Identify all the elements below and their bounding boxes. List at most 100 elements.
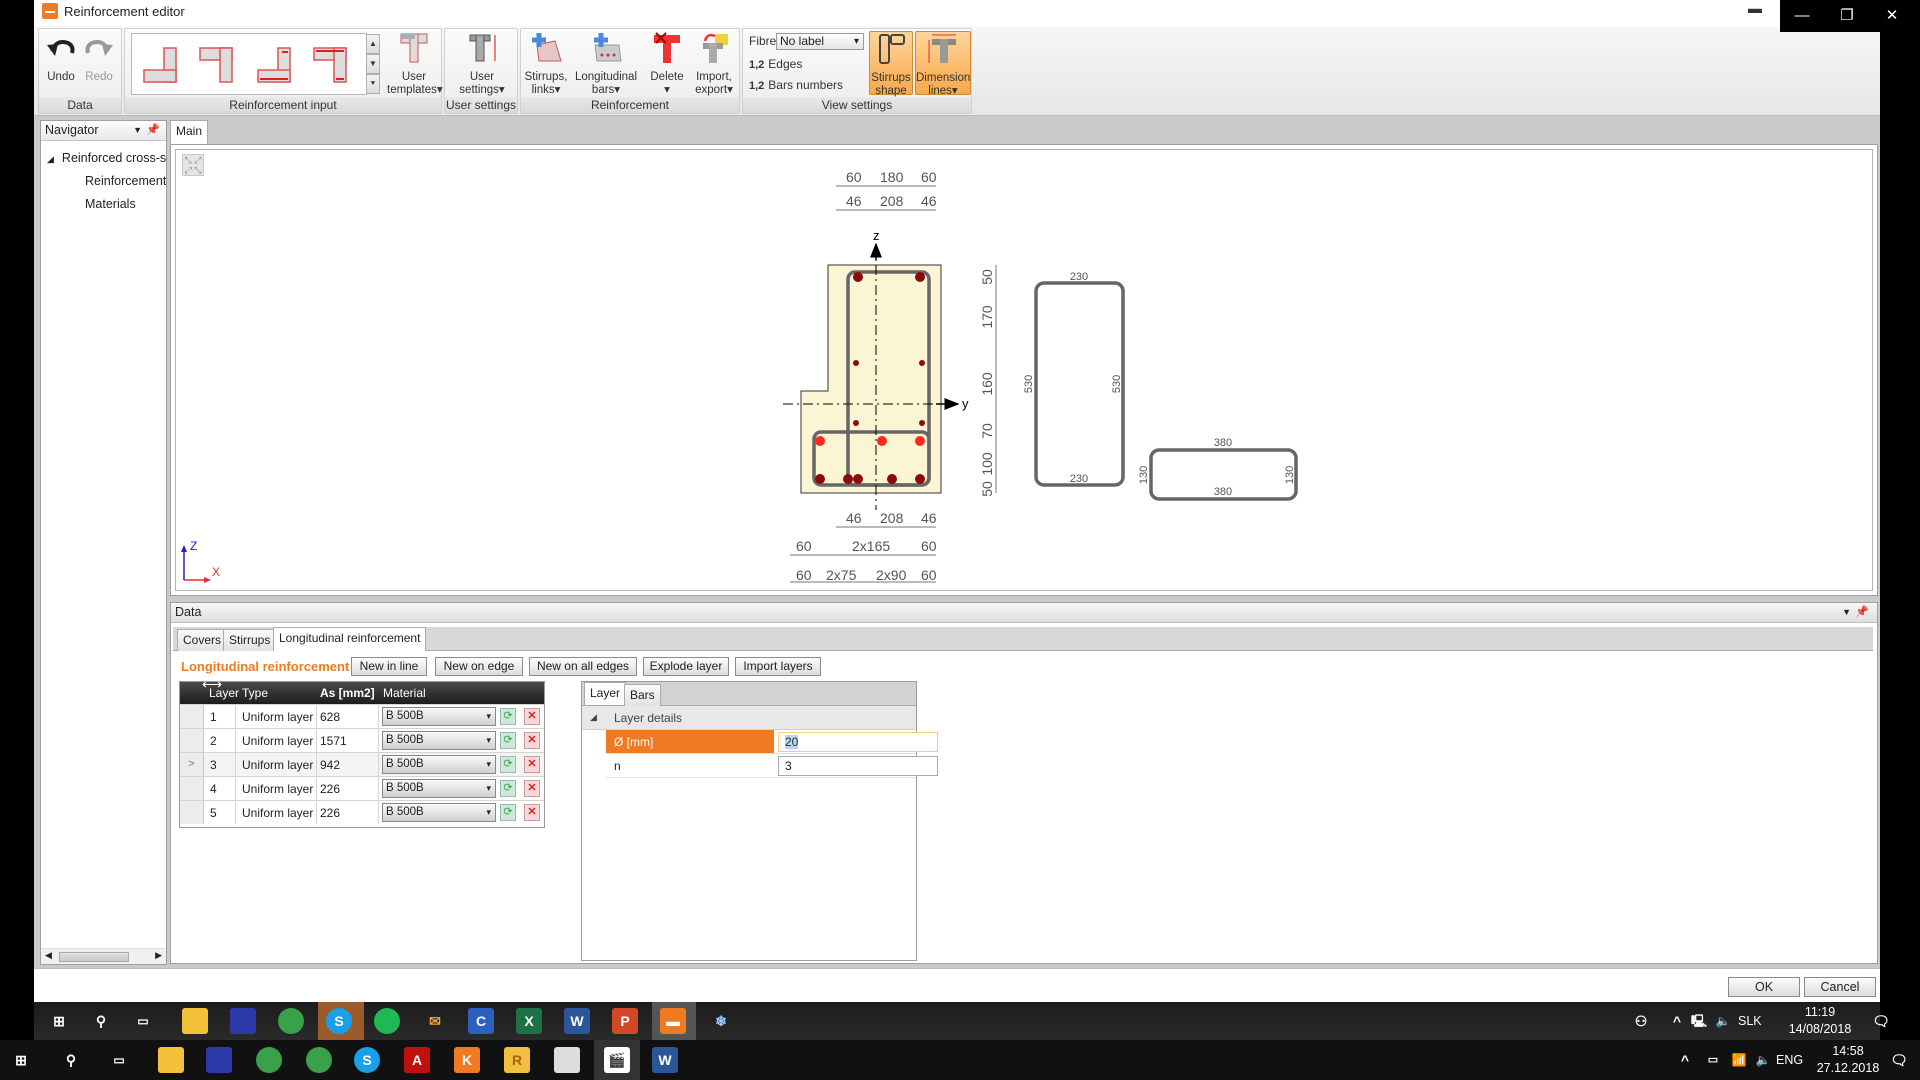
word-icon-local[interactable]: W bbox=[652, 1047, 678, 1073]
tab-longitudinal-reinforcement[interactable]: Longitudinal reinforcement bbox=[273, 627, 427, 651]
concrete-section[interactable] bbox=[800, 264, 942, 494]
drawing-area[interactable]: ⤡ ⤢ ⤢ ⤡ z y 60 180 60 46 208 46 46 208 4… bbox=[175, 149, 1873, 591]
inner-minimize-icon[interactable]: ▬ bbox=[1748, 1, 1762, 16]
data-panel-dropdown-icon[interactable]: ▼ bbox=[1842, 603, 1851, 622]
save-app-icon[interactable] bbox=[230, 1008, 256, 1034]
delete-layer-icon[interactable]: ✕ bbox=[524, 804, 540, 821]
category-layer-details[interactable]: ◢ Layer details bbox=[582, 706, 916, 730]
start-icon[interactable]: ⊞ bbox=[46, 1008, 72, 1034]
clock-local[interactable]: 14:58 27.12.2018 bbox=[1808, 1043, 1888, 1077]
delete-layer-icon[interactable]: ✕ bbox=[524, 780, 540, 797]
volume-icon-local[interactable]: 🔈 bbox=[1750, 1047, 1776, 1073]
remote-desktop-app-icon[interactable]: K bbox=[454, 1047, 480, 1073]
chrome-profile1-icon[interactable] bbox=[256, 1047, 282, 1073]
tab-stirrups[interactable]: Stirrups bbox=[223, 629, 277, 651]
network-icon[interactable]: 🖳 bbox=[1686, 1008, 1712, 1034]
row-selector[interactable] bbox=[180, 777, 204, 800]
refresh-material-icon[interactable]: ⟳ bbox=[500, 708, 516, 725]
dimension-lines-button[interactable]: Dimension lines▾ bbox=[915, 31, 971, 97]
gallery-scroll-up-button[interactable]: ▲ bbox=[366, 34, 380, 54]
wifi-icon[interactable]: 📶 bbox=[1726, 1047, 1752, 1073]
r-app-icon[interactable]: R bbox=[504, 1047, 530, 1073]
material-select[interactable]: B 500B bbox=[382, 755, 496, 774]
rebar-9[interactable] bbox=[915, 436, 925, 446]
table-row[interactable]: 5 Uniform layer 226 B 500B⟳ ✕ bbox=[180, 800, 544, 824]
word-icon[interactable]: W bbox=[564, 1008, 590, 1034]
rebar-6[interactable] bbox=[919, 420, 925, 426]
snowflake-app-icon[interactable]: ❄ bbox=[708, 1008, 734, 1034]
redo-button[interactable]: Redo bbox=[81, 31, 117, 84]
new-on-all-edges-button[interactable]: New on all edges bbox=[529, 657, 637, 676]
chrome-profile2-icon[interactable] bbox=[306, 1047, 332, 1073]
template-gamma-shape-bars[interactable] bbox=[310, 42, 354, 86]
row-selector[interactable] bbox=[180, 705, 204, 728]
ok-button[interactable]: OK bbox=[1728, 977, 1800, 997]
refresh-material-icon[interactable]: ⟳ bbox=[500, 804, 516, 821]
close-button[interactable]: ✕ bbox=[1872, 4, 1912, 28]
fibre-select[interactable]: No label bbox=[776, 33, 864, 50]
count-input[interactable]: 3 bbox=[778, 756, 938, 776]
row-selector[interactable]: > bbox=[180, 753, 204, 776]
table-row[interactable]: 2 Uniform layer 1571 B 500B⟳ ✕ bbox=[180, 728, 544, 752]
tray-overflow-icon-local[interactable]: ^ bbox=[1672, 1047, 1698, 1073]
import-layers-button[interactable]: Import layers bbox=[735, 657, 821, 676]
delete-layer-icon[interactable]: ✕ bbox=[524, 756, 540, 773]
restore-button[interactable]: ❐ bbox=[1827, 4, 1867, 28]
rebar-7[interactable] bbox=[815, 436, 825, 446]
tree-expand-icon[interactable]: ◢ bbox=[47, 154, 54, 164]
file-explorer-icon[interactable] bbox=[182, 1008, 208, 1034]
tree-item-reinforcement[interactable]: Reinforcement bbox=[85, 174, 166, 188]
drawing-canvas[interactable]: ⤡ ⤢ ⤢ ⤡ z y 60 180 60 46 208 46 46 208 4… bbox=[170, 144, 1878, 596]
reinforcement-app-icon[interactable]: ▬ bbox=[660, 1008, 686, 1034]
longitudinal-bars-button[interactable]: Longitudinal bars▾ bbox=[569, 31, 643, 97]
minimize-button[interactable]: — bbox=[1782, 4, 1822, 28]
stirrups-shape-toggle[interactable]: Stirrups shape bbox=[869, 31, 913, 97]
template-gamma-shape[interactable] bbox=[196, 42, 240, 86]
c-app-icon[interactable]: C bbox=[468, 1008, 494, 1034]
acrobat-icon[interactable]: A bbox=[404, 1047, 430, 1073]
stirrups-links-button[interactable]: Stirrups, links▾ bbox=[523, 31, 569, 97]
rebar-1[interactable] bbox=[853, 272, 863, 282]
chrome-icon[interactable] bbox=[278, 1008, 304, 1034]
prop-count[interactable]: n 3 bbox=[606, 754, 938, 778]
prop-diameter[interactable]: Ø [mm] 20 bbox=[606, 730, 938, 754]
refresh-material-icon[interactable]: ⟳ bbox=[500, 756, 516, 773]
task-view-icon-local[interactable]: ▭ bbox=[106, 1047, 132, 1073]
collapse-icon[interactable]: ◢ bbox=[590, 712, 597, 723]
table-row[interactable]: >3 Uniform layer 942 B 500B⟳ ✕ bbox=[180, 752, 544, 776]
language-indicator[interactable]: SLK bbox=[1738, 1013, 1762, 1030]
navigator-horizontal-scrollbar[interactable]: ◀ ▶ bbox=[41, 948, 166, 964]
col-header-type[interactable]: Type bbox=[242, 686, 268, 700]
stirrup-shape-1[interactable] bbox=[1034, 281, 1125, 487]
navigator-pin-icon[interactable]: 📌 bbox=[146, 121, 160, 140]
user-templates-button[interactable]: User templates▾ bbox=[387, 31, 443, 97]
search-icon-local[interactable]: ⚲ bbox=[58, 1047, 84, 1073]
gallery-scroll-down-button[interactable]: ▼ bbox=[366, 54, 380, 74]
diameter-input[interactable]: 20 bbox=[778, 732, 938, 752]
rebar-13[interactable] bbox=[887, 474, 897, 484]
table-row[interactable]: 4 Uniform layer 226 B 500B⟳ ✕ bbox=[180, 776, 544, 800]
template-l-shape-left[interactable] bbox=[140, 42, 184, 86]
cancel-button[interactable]: Cancel bbox=[1804, 977, 1876, 997]
material-select[interactable]: B 500B bbox=[382, 707, 496, 726]
volume-icon[interactable]: 🔈 bbox=[1710, 1008, 1736, 1034]
file-explorer-icon-local[interactable] bbox=[158, 1047, 184, 1073]
tab-layer[interactable]: Layer bbox=[584, 682, 627, 705]
notifications-icon[interactable]: 🗨 bbox=[1868, 1008, 1894, 1034]
delete-button[interactable]: Delete ▾ bbox=[645, 31, 689, 97]
delete-layer-icon[interactable]: ✕ bbox=[524, 708, 540, 725]
col-header-as[interactable]: As [mm2] bbox=[320, 686, 375, 700]
new-on-edge-button[interactable]: New on edge bbox=[435, 657, 523, 676]
video-editor-icon[interactable]: 🎬 bbox=[604, 1047, 630, 1073]
edges-toggle[interactable]: 1,2 Edges bbox=[749, 57, 802, 71]
mail-app-icon[interactable]: ✉ bbox=[422, 1008, 448, 1034]
rebar-11[interactable] bbox=[843, 474, 853, 484]
tab-main[interactable]: Main bbox=[170, 120, 209, 144]
row-selector[interactable] bbox=[180, 729, 204, 752]
undo-button[interactable]: Undo bbox=[43, 31, 79, 84]
row-selector[interactable] bbox=[180, 801, 204, 824]
tree-item-reinforced-cross-section[interactable]: ◢ Reinforced cross-section bbox=[47, 151, 167, 165]
user-settings-button[interactable]: User settings▾ bbox=[451, 31, 513, 97]
scroll-left-icon[interactable]: ◀ bbox=[45, 950, 52, 961]
start-icon-local[interactable]: ⊞ bbox=[8, 1047, 34, 1073]
